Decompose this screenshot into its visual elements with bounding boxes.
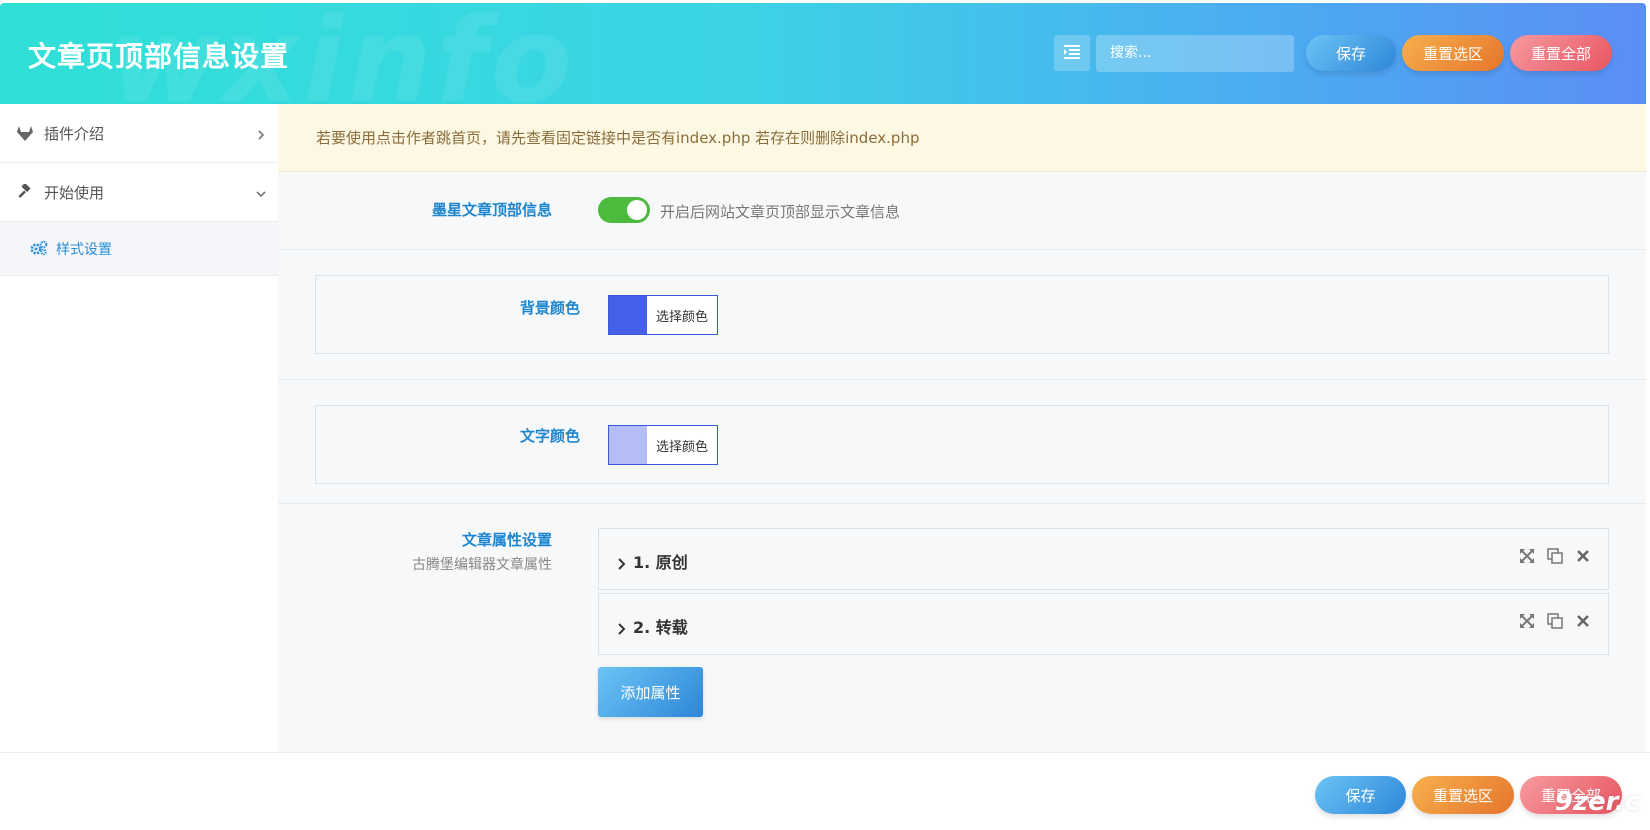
sidebar: 插件介绍 开始使用 样式设置 xyxy=(0,104,278,752)
text-color-button-label: 选择颜色 xyxy=(655,439,708,455)
attribute-item-tools xyxy=(1508,612,1592,630)
copy-icon[interactable] xyxy=(1546,612,1564,630)
article-info-switch[interactable] xyxy=(598,197,650,223)
sidebar-item-getting-started[interactable]: 开始使用 xyxy=(0,163,278,222)
bg-color-label: 背景颜色 xyxy=(520,299,581,317)
attribute-item[interactable]: 2. 转载 xyxy=(598,593,1609,655)
toggle-description: 开启后网站文章页顶部显示文章信息 xyxy=(660,203,901,221)
sidebar-item-plugin-intro[interactable]: 插件介绍 xyxy=(0,104,278,163)
sidebar-item-label: 开始使用 xyxy=(44,183,105,202)
bg-color-picker[interactable]: 选择颜色 xyxy=(608,295,718,335)
chevron-right-icon xyxy=(256,126,266,140)
attributes-label: 文章属性设置 xyxy=(461,531,552,549)
search-input[interactable] xyxy=(1096,34,1294,72)
attribute-item-tools xyxy=(1508,547,1592,565)
text-color-row: 文字颜色 选择颜色 xyxy=(278,380,1646,504)
bg-color-row: 背景颜色 选择颜色 xyxy=(278,250,1646,380)
footer-bar: 保存 重置选区 重置全部 9zer.c xyxy=(0,752,1650,830)
header-reset-all-button[interactable]: 重置全部 xyxy=(1510,35,1612,71)
chevron-right-icon xyxy=(617,620,627,635)
sidebar-item-label: 插件介绍 xyxy=(44,124,105,143)
chevron-down-icon xyxy=(256,185,266,198)
attribute-item-title[interactable]: 2. 转载 xyxy=(617,614,688,638)
attribute-item-label: 2. 转载 xyxy=(633,618,688,637)
bg-color-button-label: 选择颜色 xyxy=(655,309,708,325)
text-color-swatch xyxy=(609,426,647,464)
copy-icon[interactable] xyxy=(1546,547,1564,565)
bg-color-card: 背景颜色 选择颜色 xyxy=(315,275,1609,354)
settings-panel: 若要使用点击作者跳首页，请先查看固定链接中是否有index.php 若存在则删除… xyxy=(278,104,1646,752)
attribute-item[interactable]: 1. 原创 xyxy=(598,528,1609,590)
toggle-row: 墨星文章顶部信息 开启后网站文章页顶部显示文章信息 xyxy=(278,172,1646,250)
sidebar-item-style-settings[interactable]: 样式设置 xyxy=(0,222,278,276)
site-watermark: 9zer.c xyxy=(1554,787,1640,817)
close-icon[interactable] xyxy=(1574,547,1592,565)
expand-icon[interactable] xyxy=(1518,612,1536,630)
text-color-picker[interactable]: 选择颜色 xyxy=(608,425,718,465)
page-title: 文章页顶部信息设置 xyxy=(28,40,290,73)
bg-color-swatch xyxy=(609,296,647,334)
add-attribute-button[interactable]: 添加属性 xyxy=(598,667,703,717)
settings-page: wxinfo 文章页顶部信息设置 保存 重置选区 重置全部 插件介绍 xyxy=(0,0,1650,830)
gitlab-fox-icon xyxy=(16,124,34,142)
notice-banner: 若要使用点击作者跳首页，请先查看固定链接中是否有index.php 若存在则删除… xyxy=(278,104,1646,172)
footer-reset-section-button[interactable]: 重置选区 xyxy=(1412,776,1514,814)
header-bar: wxinfo 文章页顶部信息设置 保存 重置选区 重置全部 xyxy=(0,3,1646,104)
header-save-button[interactable]: 保存 xyxy=(1306,35,1396,71)
text-color-label: 文字颜色 xyxy=(520,427,581,445)
attribute-item-label: 1. 原创 xyxy=(633,553,688,572)
close-icon[interactable] xyxy=(1574,612,1592,630)
sidebar-subitem-label: 样式设置 xyxy=(56,241,112,258)
header-reset-section-button[interactable]: 重置选区 xyxy=(1402,35,1504,71)
switch-knob xyxy=(627,200,647,220)
expand-icon[interactable] xyxy=(1518,547,1536,565)
footer-save-button[interactable]: 保存 xyxy=(1315,776,1406,814)
attribute-item-title[interactable]: 1. 原创 xyxy=(617,549,688,573)
list-indent-icon xyxy=(1064,44,1080,63)
cogs-icon xyxy=(30,240,48,258)
gavel-icon xyxy=(16,183,34,201)
attributes-sublabel: 古腾堡编辑器文章属性 xyxy=(412,557,552,573)
attributes-row: 文章属性设置 古腾堡编辑器文章属性 1. 原创 2. 转载 添加属性 xyxy=(278,504,1646,744)
menu-toggle-button[interactable] xyxy=(1054,35,1090,71)
text-color-card: 文字颜色 选择颜色 xyxy=(315,405,1609,484)
chevron-right-icon xyxy=(617,555,627,570)
toggle-label: 墨星文章顶部信息 xyxy=(431,201,552,219)
header-toolbar: 保存 重置选区 重置全部 xyxy=(1054,34,1612,72)
